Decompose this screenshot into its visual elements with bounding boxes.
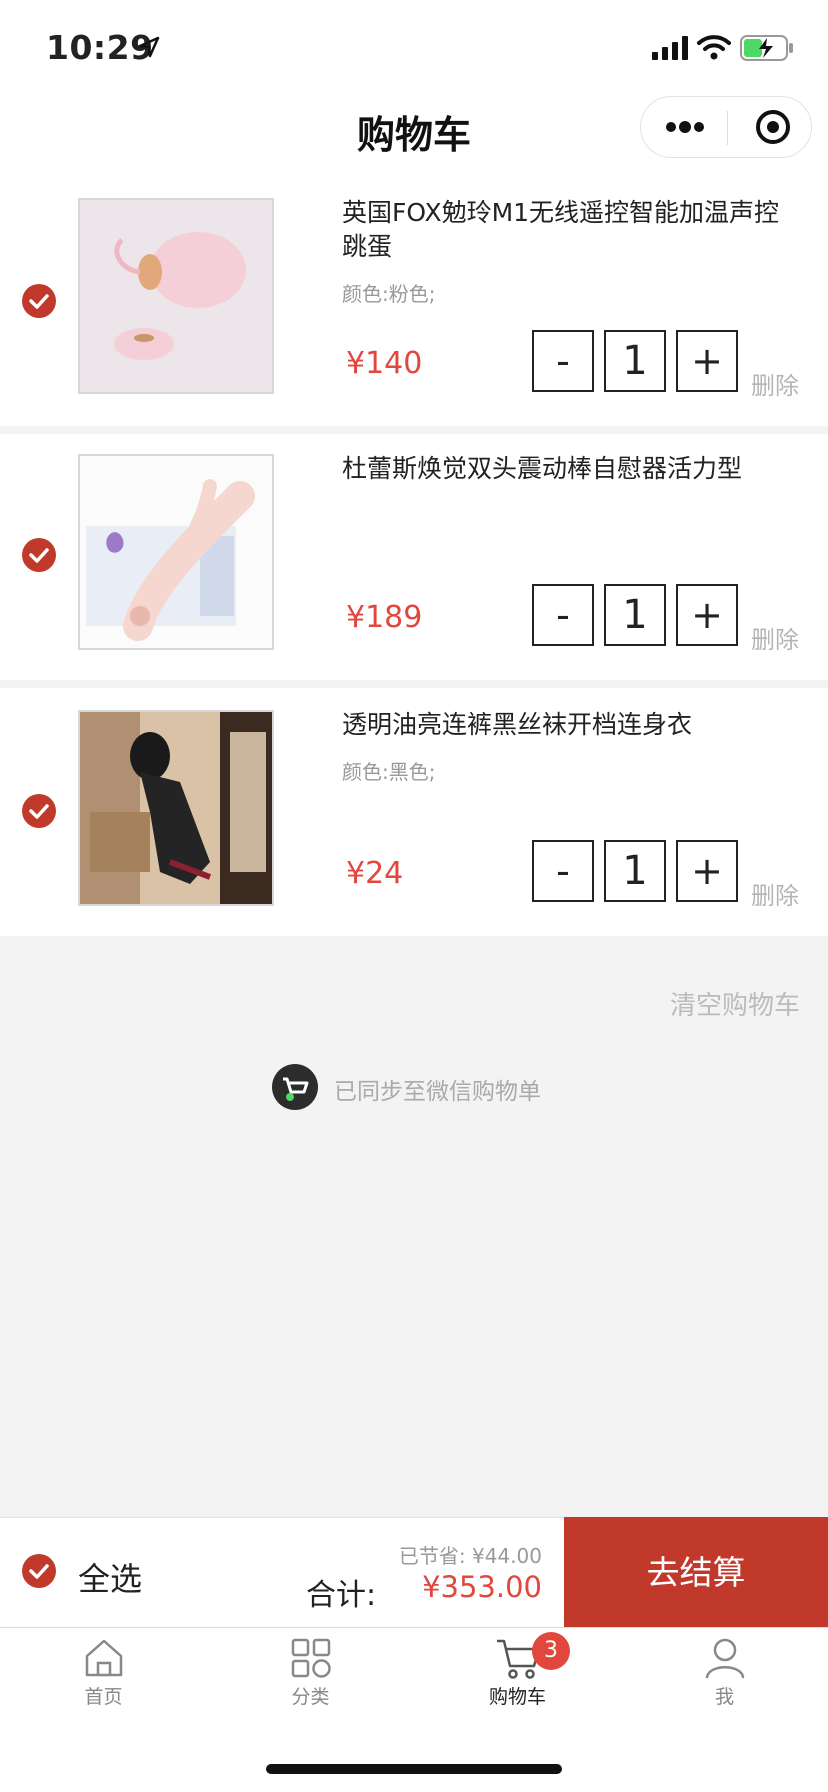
decrease-button[interactable]: -	[532, 330, 594, 392]
select-all-label[interactable]: 全选	[78, 1554, 142, 1600]
wifi-icon	[697, 35, 731, 60]
location-arrow-icon	[138, 36, 160, 58]
checked-icon[interactable]	[22, 538, 56, 572]
checkout-button[interactable]: 去结算	[564, 1517, 828, 1627]
tab-home[interactable]: 首页	[0, 1636, 207, 1736]
total-amount: ¥353.00	[422, 1570, 542, 1604]
product-image[interactable]	[78, 710, 274, 906]
product-image[interactable]	[78, 198, 274, 394]
product-image[interactable]	[78, 454, 274, 650]
total-label: 合计:	[306, 1578, 377, 1613]
item-title[interactable]: 杜蕾斯焕觉双头震动棒自慰器活力型	[342, 452, 792, 486]
item-price: ¥189	[346, 600, 423, 635]
signal-icon	[652, 36, 688, 60]
capsule-divider	[727, 111, 728, 145]
cart-count-badge: 3	[532, 1632, 570, 1670]
item-attribute: 颜色:粉色;	[342, 282, 436, 306]
item-price: ¥140	[346, 346, 423, 381]
item-title[interactable]: 透明油亮连裤黑丝袜开档连身衣	[342, 708, 792, 742]
item-price: ¥24	[346, 856, 404, 891]
checked-icon[interactable]	[22, 284, 56, 318]
close-miniprogram-icon[interactable]	[755, 109, 791, 145]
tab-label: 首页	[84, 1686, 123, 1708]
quantity-value[interactable]: 1	[604, 330, 666, 392]
increase-button[interactable]: +	[676, 584, 738, 646]
cart-page: 10:29 购物车 英国FOX勉玲M1无线遥控智能加温声控跳蛋 颜色:粉色; ¥…	[0, 0, 828, 1792]
item-attribute: 颜色:黑色;	[342, 760, 436, 784]
tab-label: 购物车	[488, 1686, 546, 1708]
user-icon	[705, 1638, 744, 1679]
home-icon	[85, 1639, 122, 1677]
product-photo	[80, 200, 272, 392]
quantity-value[interactable]: 1	[604, 840, 666, 902]
decrease-button[interactable]: -	[532, 584, 594, 646]
product-photo	[80, 712, 272, 904]
clear-cart-button[interactable]: 清空购物车	[670, 985, 800, 1022]
category-icon	[291, 1638, 331, 1678]
sync-note: 已同步至微信购物单	[334, 1079, 541, 1105]
tab-me[interactable]: 我	[621, 1636, 828, 1736]
delete-button[interactable]: 删除	[751, 366, 799, 401]
delete-button[interactable]: 删除	[751, 876, 799, 911]
more-icon[interactable]	[665, 117, 705, 137]
wechat-cart-icon	[272, 1064, 318, 1110]
delete-button[interactable]: 删除	[751, 620, 799, 655]
increase-button[interactable]: +	[676, 840, 738, 902]
tab-category[interactable]: 分类	[207, 1636, 414, 1736]
tab-label: 分类	[291, 1686, 330, 1708]
battery-charging-icon	[740, 35, 793, 61]
tab-cart[interactable]: 购物车	[414, 1636, 621, 1736]
saved-amount: 已节省: ¥44.00	[398, 1544, 542, 1568]
checked-icon[interactable]	[22, 794, 56, 828]
tab-label: 我	[714, 1686, 734, 1708]
increase-button[interactable]: +	[676, 330, 738, 392]
miniprogram-capsule[interactable]	[640, 96, 812, 158]
item-title[interactable]: 英国FOX勉玲M1无线遥控智能加温声控跳蛋	[342, 196, 792, 264]
home-indicator	[266, 1764, 562, 1774]
quantity-value[interactable]: 1	[604, 584, 666, 646]
decrease-button[interactable]: -	[532, 840, 594, 902]
select-all-checked-icon[interactable]	[22, 1554, 56, 1588]
product-photo	[80, 456, 272, 648]
